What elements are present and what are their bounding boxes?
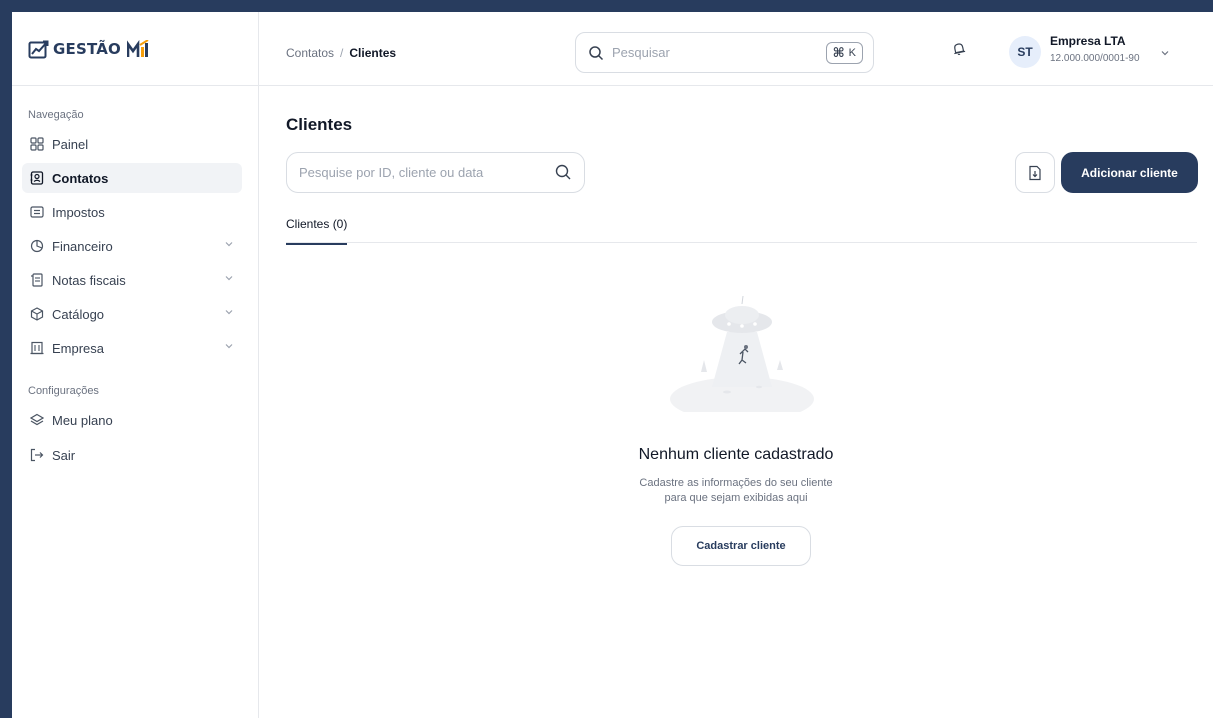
nav-section-label: Configurações bbox=[28, 385, 99, 397]
sidebar-item-impostos[interactable]: Impostos bbox=[22, 197, 242, 227]
nav-section-label: Navegação bbox=[28, 109, 84, 121]
brand-mi-mark bbox=[127, 39, 149, 58]
sidebar-item-label: Meu plano bbox=[52, 412, 113, 428]
client-search-placeholder: Pesquise por ID, cliente ou data bbox=[299, 165, 484, 180]
breadcrumb: Contatos / Clientes bbox=[286, 46, 396, 60]
tab-clientes[interactable]: Clientes (0) bbox=[286, 217, 348, 245]
logo-chart-icon bbox=[28, 40, 49, 58]
grid-icon bbox=[28, 135, 46, 153]
sidebar-item-label: Sair bbox=[52, 447, 76, 463]
empty-desc-line-1: Cadastre as informações do seu cliente bbox=[639, 477, 833, 489]
empty-state-description: Cadastre as informações do seu cliente p… bbox=[259, 476, 1213, 506]
receipt-icon bbox=[28, 271, 46, 289]
logout-icon bbox=[28, 446, 46, 464]
page-title: Clientes bbox=[286, 115, 353, 134]
sidebar-item-label: Catálogo bbox=[52, 306, 105, 322]
add-client-button[interactable]: Adicionar cliente bbox=[1061, 152, 1198, 193]
sidebar-item-empresa[interactable]: Empresa bbox=[22, 333, 242, 363]
brand-name: GESTÃO bbox=[53, 39, 121, 58]
breadcrumb-current: Clientes bbox=[349, 46, 397, 60]
company-selector[interactable]: Empresa LTA 12.000.000/0001-90 bbox=[1050, 34, 1140, 64]
mi-logo-icon bbox=[127, 39, 149, 57]
chevron-down-icon bbox=[225, 242, 233, 247]
empty-desc-line-2: para que sejam exibidas aqui bbox=[664, 492, 808, 504]
register-client-button[interactable]: Cadastrar cliente bbox=[671, 526, 811, 566]
sidebar: GESTÃO Navegação Painel Contatos Imposto… bbox=[12, 12, 259, 718]
window-frame-left bbox=[0, 0, 12, 718]
sidebar-item-painel[interactable]: Painel bbox=[22, 129, 242, 159]
breadcrumb-separator: / bbox=[340, 46, 344, 60]
sidebar-item-label: Notas fiscais bbox=[52, 272, 126, 288]
contact-card-icon bbox=[28, 169, 46, 187]
topbar: Contatos / Clientes Pesquisar ⌘ K ST Empre… bbox=[259, 12, 1213, 86]
global-search-input[interactable]: Pesquisar ⌘ K bbox=[575, 32, 874, 73]
client-search-input[interactable]: Pesquise por ID, cliente ou data bbox=[286, 152, 585, 193]
sidebar-item-sair[interactable]: Sair bbox=[22, 440, 242, 470]
window-frame-top bbox=[0, 0, 1213, 12]
command-key-icon: ⌘ bbox=[832, 45, 845, 60]
sidebar-item-contatos[interactable]: Contatos bbox=[22, 163, 242, 193]
file-download-icon bbox=[1029, 165, 1041, 180]
app-container: GESTÃO Navegação Painel Contatos Imposto… bbox=[12, 12, 1213, 718]
shortcut-key: K bbox=[848, 47, 856, 59]
sidebar-item-label: Painel bbox=[52, 136, 89, 152]
chevron-down-icon bbox=[225, 344, 233, 349]
search-icon bbox=[555, 164, 571, 180]
building-icon bbox=[28, 339, 46, 357]
sidebar-item-notas-fiscais[interactable]: Notas fiscais bbox=[22, 265, 242, 295]
sidebar-item-catalogo[interactable]: Catálogo bbox=[22, 299, 242, 329]
chevron-down-icon[interactable] bbox=[1160, 48, 1170, 58]
avatar[interactable]: ST bbox=[1009, 36, 1041, 68]
search-icon bbox=[589, 45, 604, 60]
export-button[interactable] bbox=[1015, 152, 1055, 193]
layers-icon bbox=[28, 411, 46, 429]
empty-state-title: Nenhum cliente cadastrado bbox=[638, 446, 834, 463]
sidebar-item-label: Contatos bbox=[52, 170, 109, 186]
chevron-down-icon bbox=[225, 276, 233, 281]
chart-pie-icon bbox=[28, 237, 46, 255]
brand-logo[interactable]: GESTÃO bbox=[12, 12, 258, 86]
company-name: Empresa LTA bbox=[1050, 34, 1126, 48]
sidebar-item-label: Impostos bbox=[52, 204, 105, 220]
sidebar-item-meu-plano[interactable]: Meu plano bbox=[22, 405, 242, 435]
tabs: Clientes (0) bbox=[286, 207, 1197, 245]
sidebar-item-label: Empresa bbox=[52, 340, 105, 356]
main-content: Clientes Pesquise por ID, cliente ou dat… bbox=[259, 86, 1213, 718]
notifications-bell-icon[interactable] bbox=[952, 42, 966, 61]
breadcrumb-link-contatos[interactable]: Contatos bbox=[286, 46, 334, 60]
sidebar-item-financeiro[interactable]: Financeiro bbox=[22, 231, 242, 261]
company-cnpj: 12.000.000/0001-90 bbox=[1050, 53, 1140, 64]
chevron-down-icon bbox=[225, 310, 233, 315]
keyboard-shortcut: ⌘ K bbox=[825, 42, 863, 64]
document-list-icon bbox=[28, 203, 46, 221]
sidebar-item-label: Financeiro bbox=[52, 238, 113, 254]
brand-text: GESTÃO bbox=[53, 39, 149, 58]
global-search-placeholder: Pesquisar bbox=[612, 45, 670, 60]
box-icon bbox=[28, 305, 46, 323]
ufo-illustration bbox=[670, 295, 814, 412]
